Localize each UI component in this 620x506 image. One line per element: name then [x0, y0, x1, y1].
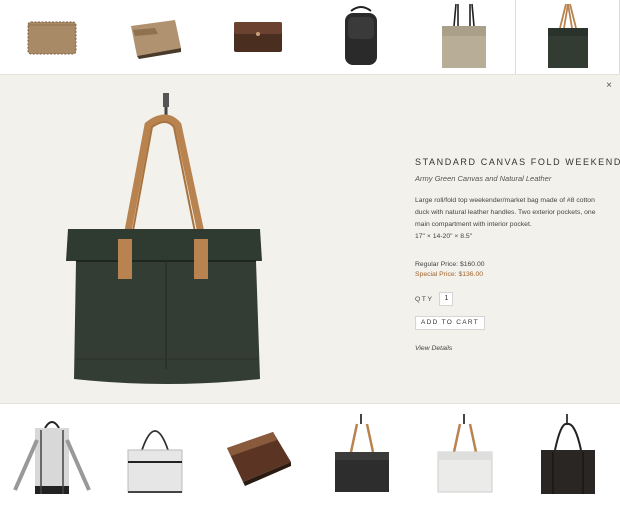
- thumbnail-green-fold-weekender[interactable]: [515, 0, 620, 74]
- quantity-row: QTY 1: [415, 292, 605, 306]
- thumbnail-brown-leather-sleeve[interactable]: [206, 404, 310, 506]
- thumbnail-tan-card-wallet[interactable]: [103, 0, 206, 74]
- thumbnail-black-leather-tote[interactable]: [516, 404, 620, 506]
- special-price: Special Price: $136.00: [415, 271, 484, 278]
- thumbnail-white-tote[interactable]: [413, 404, 517, 506]
- khaki-tote-icon: [441, 3, 486, 68]
- view-details-link[interactable]: View Details: [415, 345, 605, 352]
- thumbnail-white-canvas-tote[interactable]: [103, 404, 207, 506]
- top-thumbnail-strip: [0, 0, 620, 74]
- black-leather-pouch-icon: [344, 6, 377, 65]
- product-description: Large roll/fold top weekender/market bag…: [415, 197, 596, 228]
- thumbnail-black-tote[interactable]: [309, 404, 414, 506]
- tan-bifold-wallet-icon: [27, 21, 76, 55]
- product-info: STANDARD CANVAS FOLD WEEKENDER Army Gree…: [415, 157, 620, 352]
- black-leather-tote-icon: [541, 414, 596, 494]
- product-title: STANDARD CANVAS FOLD WEEKENDER: [415, 157, 620, 167]
- thumbnail-khaki-tote[interactable]: [412, 0, 515, 74]
- thumbnail-black-leather-pouch[interactable]: [309, 0, 412, 74]
- product-subtitle: Army Green Canvas and Natural Leather: [415, 174, 552, 183]
- thumbnail-grey-backpack[interactable]: [0, 404, 104, 506]
- quantity-input[interactable]: 1: [439, 292, 454, 306]
- qty-label: QTY: [415, 295, 434, 303]
- regular-price: Regular Price: $160.00: [415, 261, 485, 268]
- black-tote-icon: [334, 414, 389, 492]
- green-fold-weekender-icon: [547, 3, 588, 68]
- add-to-cart-button[interactable]: ADD TO CART: [415, 316, 485, 330]
- thumbnail-brown-leather-clutch[interactable]: [206, 0, 309, 74]
- tan-card-wallet-icon: [130, 20, 181, 59]
- brown-leather-sleeve-icon: [227, 432, 292, 486]
- thumbnail-tan-bifold-wallet[interactable]: [0, 0, 103, 74]
- brown-leather-clutch-icon: [233, 22, 282, 52]
- grey-backpack-icon: [12, 421, 91, 494]
- hero-product-image: [66, 93, 262, 384]
- white-tote-icon: [437, 414, 493, 493]
- product-detail-panel: × STANDARD CANVAS FOLD WEEKENDER Army Gr…: [0, 74, 620, 404]
- product-dimensions: 17" × 14-20" × 8.5": [415, 233, 473, 240]
- white-canvas-tote-icon: [127, 430, 183, 493]
- close-icon[interactable]: ×: [606, 81, 612, 91]
- bottom-thumbnail-strip: [0, 404, 620, 506]
